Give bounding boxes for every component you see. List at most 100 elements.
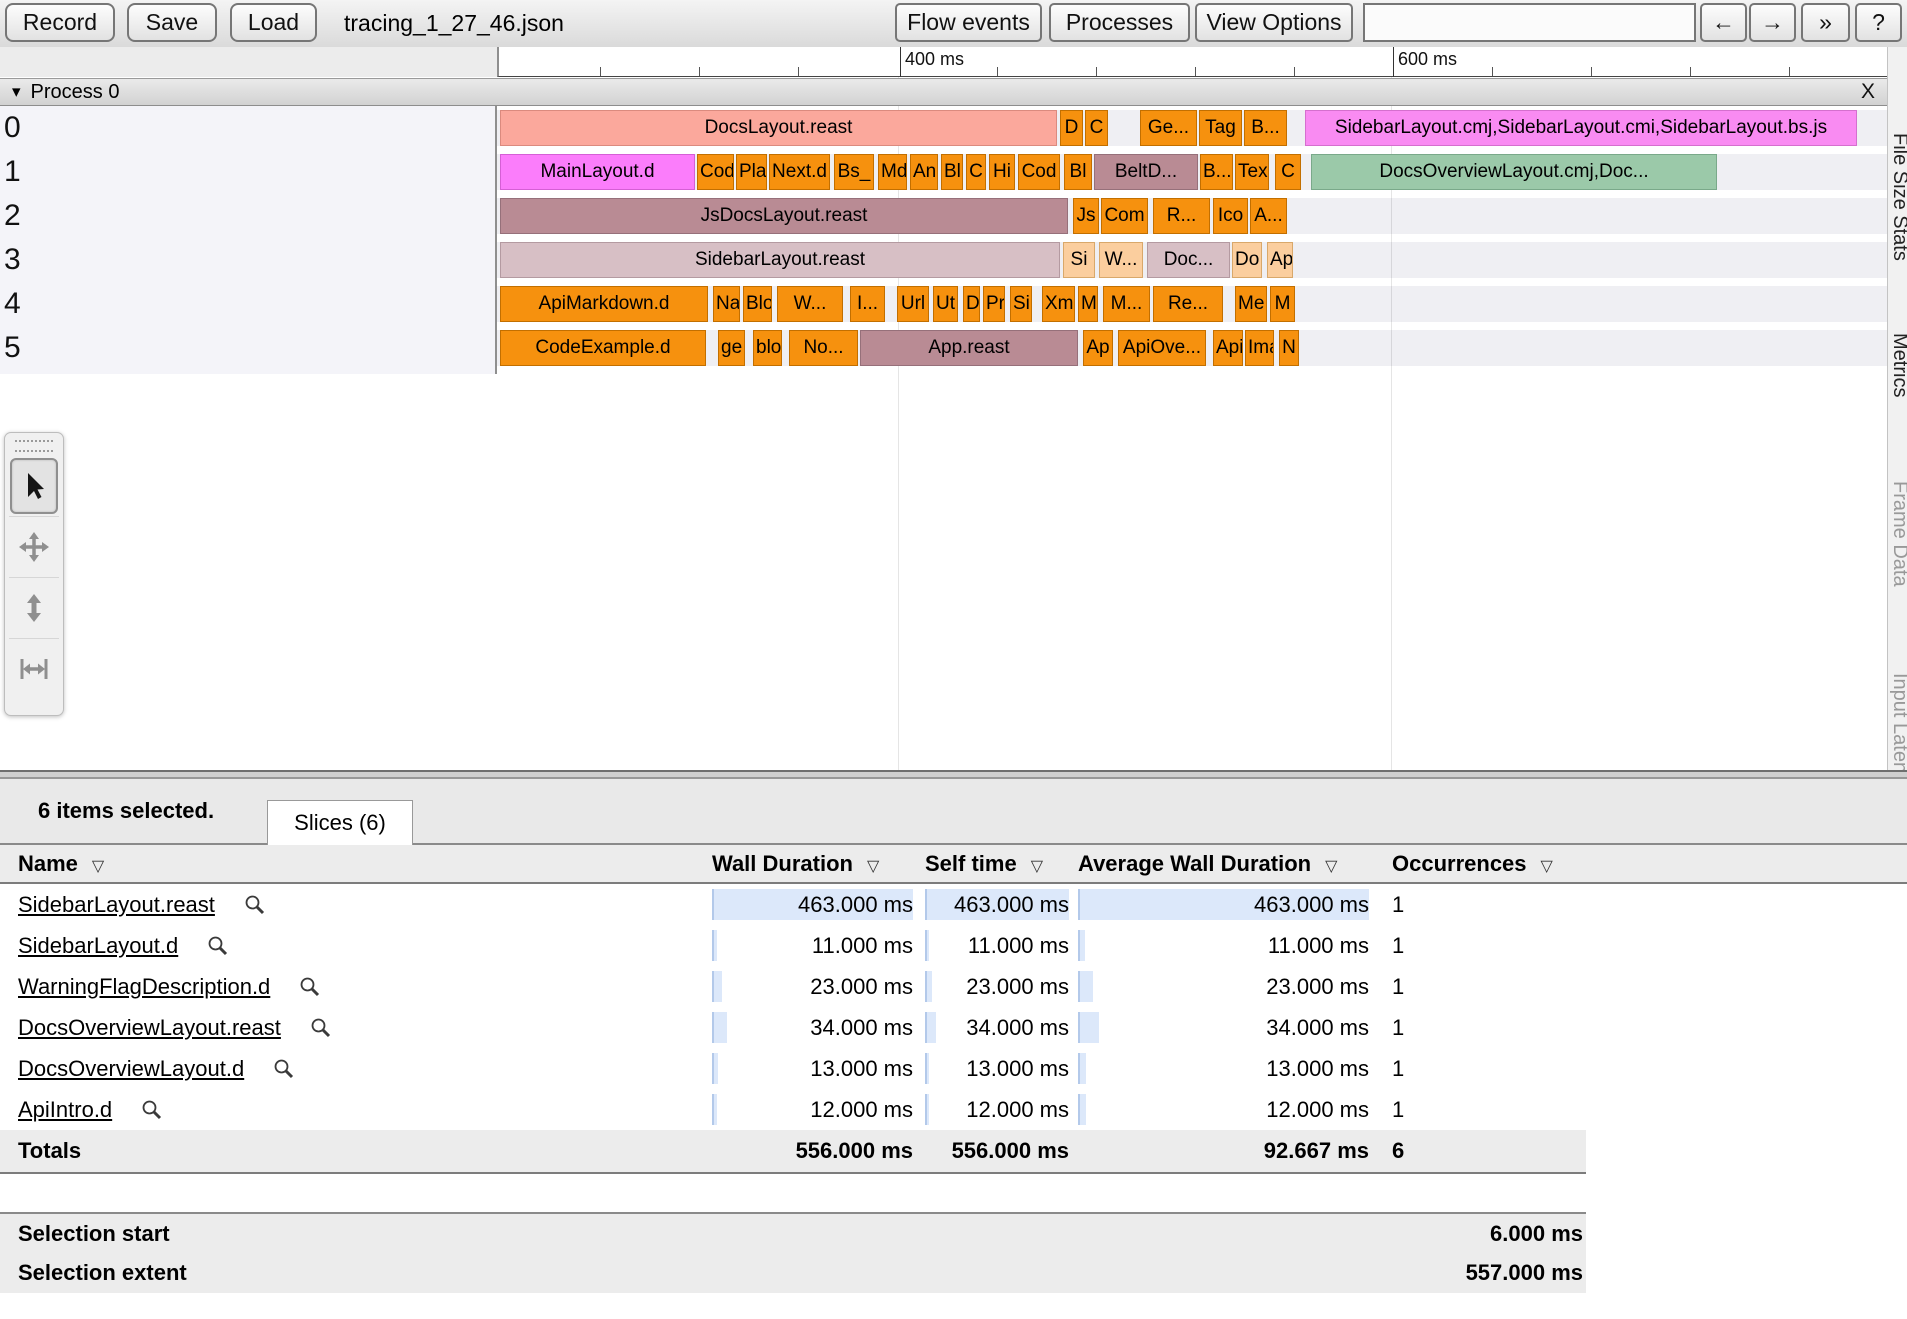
trace-slice[interactable]: Ap [1083,330,1113,366]
trace-slice[interactable]: DocsLayout.reast [500,110,1057,146]
trace-slice[interactable]: Bs_ [834,154,874,190]
trace-slice[interactable]: Next.d [769,154,830,190]
trace-slice[interactable]: Api [1213,330,1243,366]
record-button[interactable]: Record [5,3,115,42]
slice-name-link[interactable]: DocsOverviewLayout.d [18,1056,244,1082]
sort-arrow-icon[interactable]: ▽ [1541,858,1553,875]
trace-slice[interactable]: Tag [1199,110,1242,146]
trace-slice[interactable]: Js [1073,198,1099,234]
trace-slice[interactable]: Doc... [1147,242,1230,278]
side-tab-file-size-stats[interactable]: File Size Stats [1888,133,1907,261]
tab-slices[interactable]: Slices (6) [267,800,413,845]
side-tab-frame-data[interactable]: Frame Data [1888,481,1907,587]
panel-splitter[interactable] [0,770,1907,779]
trace-slice[interactable]: Tex [1235,154,1269,190]
magnifier-icon[interactable] [140,1098,164,1122]
zoom-mode-button[interactable] [9,577,59,638]
slice-name-link[interactable]: ApiIntro.d [18,1097,112,1123]
magnifier-icon[interactable] [243,893,267,917]
sort-arrow-icon[interactable]: ▽ [1325,858,1337,875]
trace-slice[interactable]: Bl [941,154,963,190]
trace-slice[interactable]: M... [1103,286,1150,322]
trace-slice[interactable]: Md [878,154,907,190]
trace-slice[interactable]: An [910,154,938,190]
timing-mode-button[interactable] [9,638,59,699]
help-button[interactable]: ? [1855,3,1902,42]
trace-slice[interactable]: R... [1153,198,1210,234]
trace-slice[interactable]: D [963,286,980,322]
trace-slice[interactable]: I... [850,286,885,322]
trace-slice[interactable]: M [1270,286,1295,322]
column-header-name[interactable]: Name▽ [18,845,104,882]
trace-slice[interactable]: C [1085,110,1108,146]
column-header-occurrences[interactable]: Occurrences▽ [1392,845,1553,882]
column-header-average-wall-duration[interactable]: Average Wall Duration▽ [1078,845,1337,882]
trace-slice[interactable]: Pr [983,286,1005,322]
trace-slice[interactable]: B... [1200,154,1233,190]
trace-slice[interactable]: MainLayout.d [500,154,695,190]
trace-slice[interactable]: blo [753,330,782,366]
trace-slice[interactable]: Ima [1245,330,1274,366]
trace-slice[interactable]: Ge... [1140,110,1197,146]
trace-slice[interactable]: ApiOve... [1118,330,1206,366]
trace-slice[interactable]: CodeExample.d [500,330,706,366]
trace-slice[interactable]: Url [897,286,929,322]
collapse-chevron-icon[interactable]: ▾ [12,82,21,102]
search-input[interactable] [1363,3,1696,42]
trace-slice[interactable]: Si [1010,286,1032,322]
magnifier-icon[interactable] [298,975,322,999]
trace-slice[interactable]: Hi [989,154,1015,190]
trace-slice[interactable]: Na [713,286,740,322]
process-close-button[interactable]: X [1861,79,1875,105]
magnifier-icon[interactable] [206,934,230,958]
trace-slice[interactable]: ApiMarkdown.d [500,286,708,322]
trace-slice[interactable]: N [1279,330,1299,366]
overflow-menu-button[interactable]: » [1801,3,1850,42]
column-header-self-time[interactable]: Self time▽ [925,845,1043,882]
slice-name-link[interactable]: SidebarLayout.d [18,933,178,959]
trace-slice[interactable]: ge [718,330,745,366]
magnifier-icon[interactable] [309,1016,333,1040]
find-next-button[interactable]: → [1749,3,1796,42]
side-tab-input-latency[interactable]: Input Latency [1888,673,1907,770]
process-group-header[interactable]: ▾ Process 0 X [0,78,1907,106]
trace-slice[interactable]: Do [1232,242,1262,278]
trace-slice[interactable]: B... [1244,110,1287,146]
slice-name-link[interactable]: SidebarLayout.reast [18,892,215,918]
trace-slice[interactable]: Me [1235,286,1267,322]
trace-slice[interactable]: DocsOverviewLayout.cmj,Doc... [1311,154,1717,190]
trace-slice[interactable]: Ut [933,286,958,322]
trace-slice[interactable]: M [1078,286,1098,322]
trace-slice[interactable]: Blo [743,286,772,322]
trace-slice[interactable]: SidebarLayout.reast [500,242,1060,278]
selection-mode-button[interactable] [9,456,59,516]
view-options-button[interactable]: View Options [1195,3,1353,42]
save-button[interactable]: Save [127,3,217,42]
trace-slice[interactable]: A... [1250,198,1287,234]
trace-slice[interactable]: No... [789,330,858,366]
trace-slice[interactable]: Cod [697,154,734,190]
trace-slice[interactable]: D [1060,110,1083,146]
trace-slice[interactable]: Cod [1018,154,1060,190]
trace-slice[interactable]: Bl [1064,154,1092,190]
slice-name-link[interactable]: WarningFlagDescription.d [18,974,270,1000]
trace-slice[interactable]: Si [1063,242,1095,278]
magnifier-icon[interactable] [272,1057,296,1081]
trace-slice[interactable]: W... [777,286,843,322]
trace-slice[interactable]: JsDocsLayout.reast [500,198,1068,234]
trace-slice[interactable]: C [966,154,986,190]
trace-slice[interactable]: BeltD... [1094,154,1198,190]
palette-drag-handle[interactable] [15,440,53,452]
pan-mode-button[interactable] [9,516,59,577]
trace-slice[interactable]: Xml [1042,286,1075,322]
column-header-wall-duration[interactable]: Wall Duration▽ [712,845,879,882]
trace-slice[interactable]: Ap [1267,242,1293,278]
sort-arrow-icon[interactable]: ▽ [1031,858,1043,875]
trace-slice[interactable]: App.reast [860,330,1078,366]
trace-slice[interactable]: SidebarLayout.cmj,SidebarLayout.cmi,Side… [1305,110,1857,146]
trace-slice[interactable]: Com [1101,198,1148,234]
trace-slice[interactable]: Re... [1153,286,1223,322]
trace-slice[interactable]: Pla [736,154,767,190]
trace-slice[interactable]: C [1275,154,1301,190]
trace-slice[interactable]: Ico [1213,198,1248,234]
